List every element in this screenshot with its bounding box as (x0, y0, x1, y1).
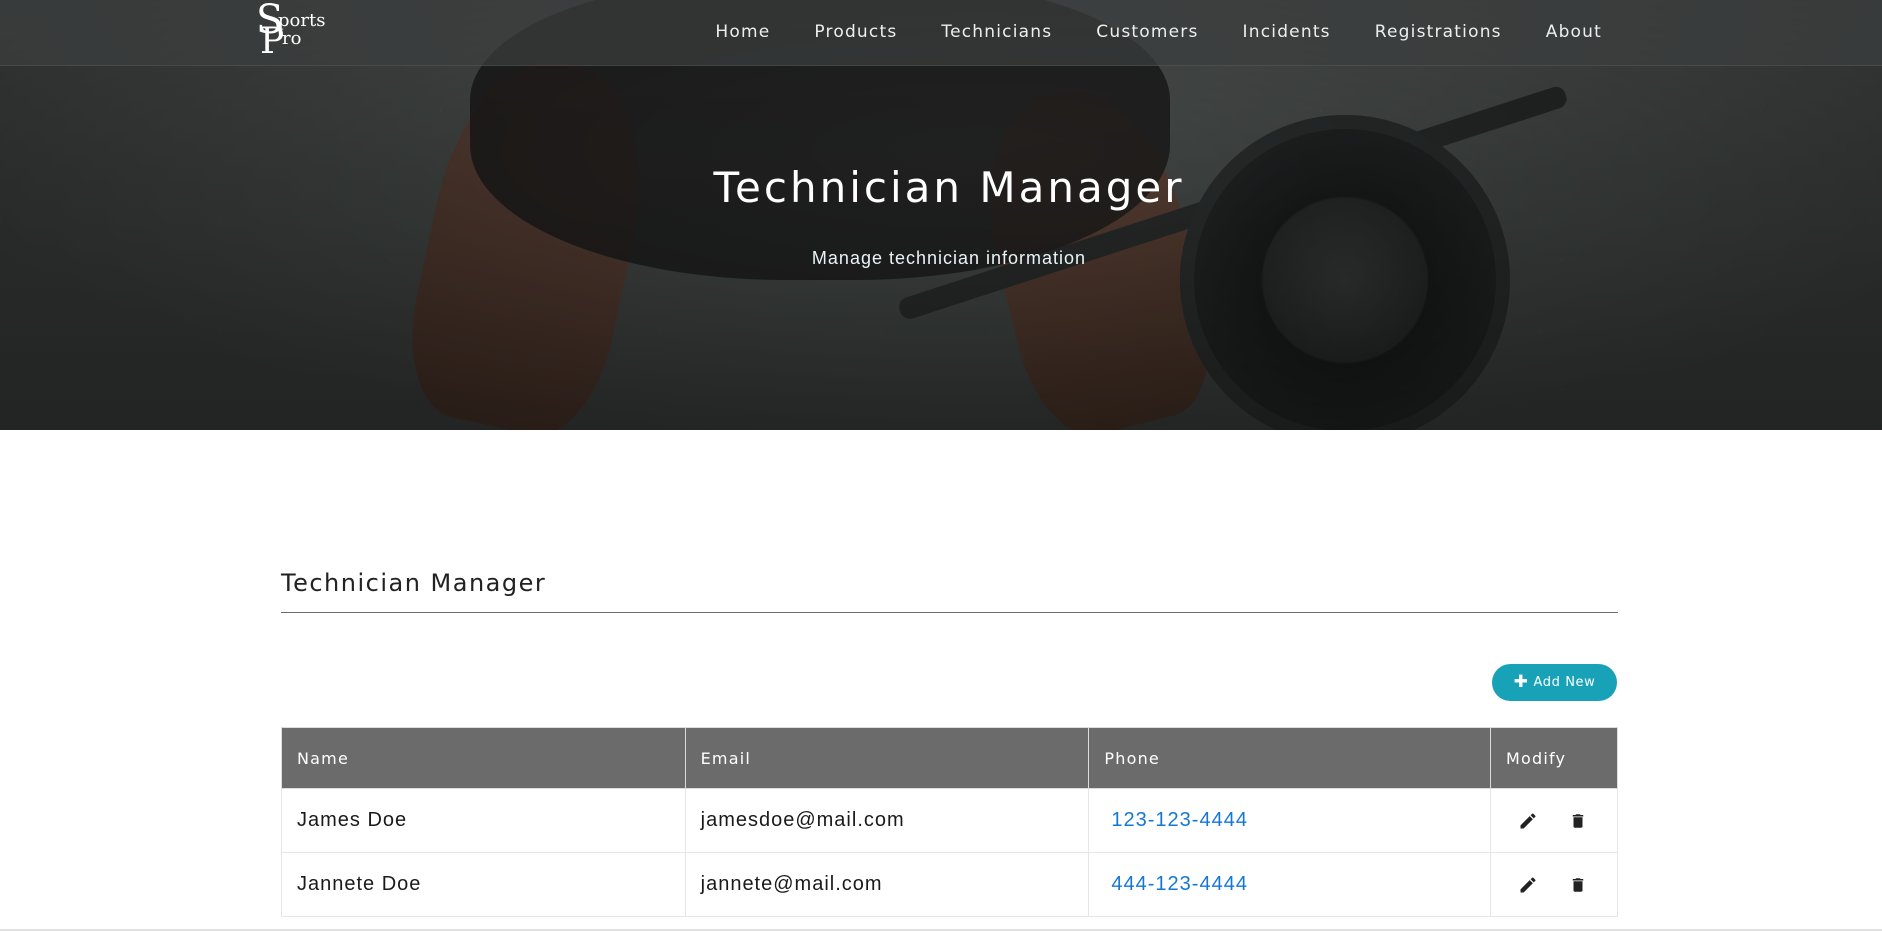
table-header-row: Name Email Phone Modify (281, 727, 1618, 789)
table-row: Jannete Doe jannete@mail.com 444-123-444… (281, 852, 1618, 917)
logo-word-ro: ro (282, 28, 302, 49)
phone-link[interactable]: 444-123-4444 (1104, 873, 1248, 895)
section-divider (281, 612, 1618, 613)
cell-phone: 444-123-4444 (1088, 852, 1491, 917)
cell-name: Jannete Doe (281, 852, 686, 917)
trash-icon[interactable] (1566, 809, 1590, 833)
main-nav: Home Products Technicians Customers Inci… (693, 0, 1624, 65)
trash-icon[interactable] (1566, 873, 1590, 897)
cell-phone: 123-123-4444 (1088, 788, 1491, 853)
phone-link[interactable]: 123-123-4444 (1104, 809, 1248, 831)
column-header-name[interactable]: Name (281, 727, 686, 789)
pencil-icon[interactable] (1516, 809, 1540, 833)
column-header-email[interactable]: Email (684, 727, 1090, 789)
pencil-icon[interactable] (1516, 873, 1540, 897)
logo-letter-p: P (260, 21, 285, 62)
nav-item-incidents[interactable]: Incidents (1221, 0, 1353, 65)
column-header-modify: Modify (1490, 727, 1618, 789)
cell-email: jannete@mail.com (684, 852, 1090, 917)
add-new-label: Add New (1533, 675, 1596, 690)
column-header-phone[interactable]: Phone (1088, 727, 1491, 789)
hero-subtitle: Manage technician information (811, 248, 1087, 268)
hero-banner: S ports P ro Home Products Technicians C… (0, 0, 1882, 430)
hero-title: Technician Manager (713, 163, 1185, 212)
cell-modify (1490, 788, 1618, 853)
table-row: James Doe jamesdoe@mail.com 123-123-4444 (281, 788, 1618, 853)
top-navbar: S ports P ro Home Products Technicians C… (0, 0, 1882, 66)
cell-email: jamesdoe@mail.com (684, 788, 1090, 853)
nav-item-technicians[interactable]: Technicians (919, 0, 1074, 65)
plus-icon: ✚ (1513, 672, 1529, 692)
nav-item-customers[interactable]: Customers (1074, 0, 1220, 65)
brand-logo[interactable]: S ports P ro (256, 0, 336, 64)
cell-modify (1490, 852, 1618, 917)
nav-item-registrations[interactable]: Registrations (1353, 0, 1524, 65)
nav-item-home[interactable]: Home (693, 0, 792, 65)
technicians-table: Name Email Phone Modify James Doe jamesd… (281, 727, 1618, 917)
add-new-button[interactable]: ✚ Add New (1492, 664, 1617, 701)
nav-item-about[interactable]: About (1524, 0, 1624, 65)
cell-name: James Doe (281, 788, 686, 853)
section-title: Technician Manager (281, 569, 547, 597)
nav-item-products[interactable]: Products (792, 0, 919, 65)
